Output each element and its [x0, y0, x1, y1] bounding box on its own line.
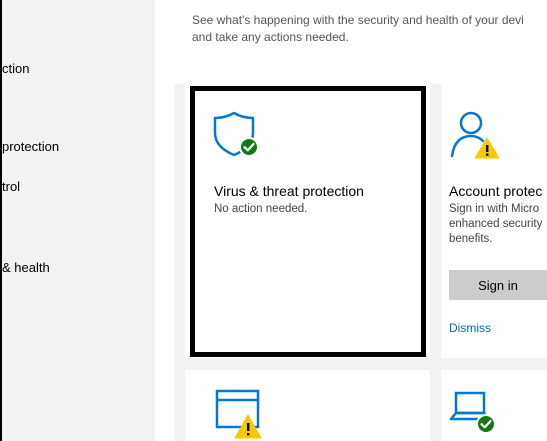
dismiss-link[interactable]: Dismiss [449, 321, 491, 335]
highlight-frame [190, 86, 426, 357]
laptop-check-icon [449, 391, 496, 434]
card-gutter [175, 358, 547, 370]
card-title: Account protec [449, 183, 543, 199]
card-account-protection[interactable]: Account protec Sign in with Micro enhanc… [441, 86, 547, 357]
browser-warning-icon [215, 389, 262, 439]
card-app-browser-control[interactable] [190, 370, 426, 441]
sign-in-button[interactable]: Sign in [449, 270, 547, 300]
card-device-security[interactable] [441, 370, 547, 441]
intro-line-2: and take any actions needed. [192, 30, 349, 44]
intro-text: See what's happening with the security a… [192, 12, 547, 46]
sidebar: ction protection trol & health [2, 0, 155, 441]
desc-line: Sign in with Micro [449, 203, 540, 215]
card-gutter [430, 84, 441, 441]
person-warning-icon [450, 111, 500, 159]
sidebar-item-network-protection[interactable]: protection [2, 139, 59, 154]
desc-line: benefits. [449, 233, 493, 245]
desc-line: enhanced security [449, 218, 543, 230]
card-gutter [175, 84, 185, 441]
sidebar-item-protection[interactable]: ction [2, 61, 29, 76]
card-description: Sign in with Micro enhanced security ben… [449, 202, 542, 247]
sidebar-item-device-performance-health[interactable]: & health [2, 260, 50, 275]
intro-line-1: See what's happening with the security a… [192, 13, 524, 27]
sidebar-item-app-browser-control[interactable]: trol [2, 179, 20, 194]
